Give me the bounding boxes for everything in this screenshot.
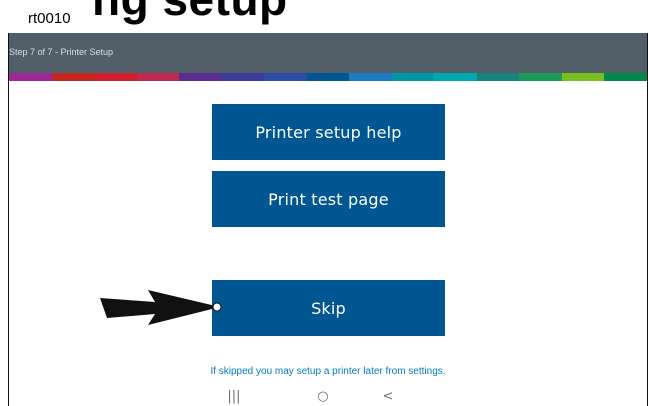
brand-stripe-segment bbox=[306, 73, 350, 81]
brand-stripe-segment bbox=[221, 73, 265, 81]
arrow-pointer-icon bbox=[100, 290, 222, 325]
document-header: ng setup rt0010 bbox=[0, 0, 648, 33]
skip-button[interactable]: Skip bbox=[212, 280, 445, 336]
app-header: Step 7 of 7 - Printer Setup bbox=[9, 33, 647, 73]
brand-stripe-segment bbox=[349, 73, 392, 81]
device-screen: Step 7 of 7 - Printer Setup Printer setu… bbox=[8, 33, 648, 406]
step-title: Step 7 of 7 - Printer Setup bbox=[9, 47, 114, 57]
brand-stripe-segment bbox=[94, 73, 137, 81]
back-icon[interactable]: < bbox=[376, 387, 400, 405]
document-label: rt0010 bbox=[26, 10, 73, 27]
print-test-page-button[interactable]: Print test page bbox=[212, 171, 445, 227]
document-heading: ng setup bbox=[92, 0, 288, 26]
brand-stripe-segment bbox=[391, 73, 435, 81]
brand-stripe-segment bbox=[434, 73, 477, 81]
brand-stripe-segment bbox=[179, 73, 222, 81]
home-icon[interactable]: ○ bbox=[311, 387, 335, 405]
brand-stripe-segment bbox=[519, 73, 562, 81]
printer-setup-help-button[interactable]: Printer setup help bbox=[212, 104, 445, 160]
brand-stripe-segment bbox=[9, 73, 52, 81]
brand-stripe-segment bbox=[561, 73, 605, 81]
brand-stripe-segment bbox=[136, 73, 180, 81]
brand-stripe bbox=[9, 73, 647, 81]
skip-hint-text: If skipped you may setup a printer later… bbox=[210, 366, 446, 377]
recents-icon[interactable]: ||| bbox=[222, 387, 246, 405]
brand-stripe-segment bbox=[51, 73, 95, 81]
brand-stripe-segment bbox=[264, 73, 307, 81]
brand-stripe-segment bbox=[476, 73, 520, 81]
navigation-bar: ||| ○ < bbox=[9, 385, 647, 406]
brand-stripe-segment bbox=[604, 73, 647, 81]
